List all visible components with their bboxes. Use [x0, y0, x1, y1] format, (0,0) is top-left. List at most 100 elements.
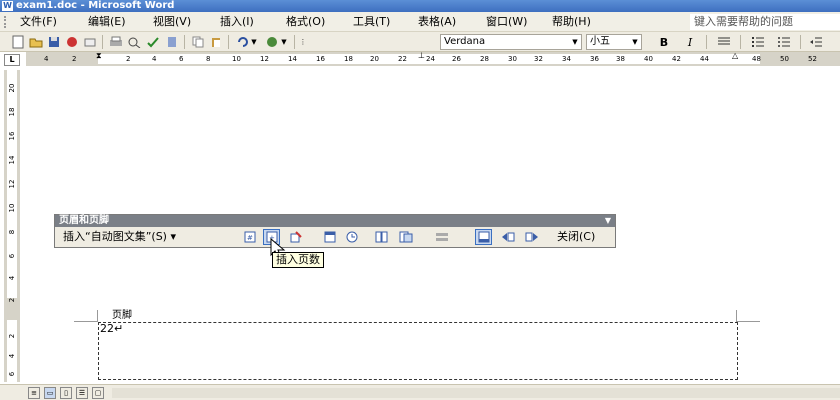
ruler-tick: 28 — [480, 55, 489, 63]
ruler-tick: 18 — [344, 55, 353, 63]
page-margin-corner — [736, 310, 760, 322]
header-footer-toolbar: 页眉和页脚 ▼ 插入“自动图文集”(S) ▾ # + 关闭(C) — [54, 214, 616, 248]
undo-dropdown-icon[interactable]: ▼ — [250, 34, 258, 50]
page-setup-icon[interactable] — [373, 229, 390, 245]
toolbar-options-icon[interactable]: ⋮ — [298, 34, 308, 50]
show-previous-icon[interactable] — [499, 229, 516, 245]
ruler-tick: 2 — [8, 297, 16, 303]
font-name-combo[interactable]: Verdana ▼ — [440, 34, 582, 50]
insert-page-number-icon[interactable]: # — [241, 229, 258, 245]
normal-view-icon[interactable]: ≡ — [28, 387, 40, 399]
show-hide-document-text-icon[interactable] — [397, 229, 414, 245]
align-justify-icon[interactable] — [716, 34, 732, 50]
switch-header-footer-icon[interactable] — [475, 229, 492, 245]
paste-icon[interactable] — [208, 34, 224, 50]
print-layout-view-icon[interactable]: ▯ — [60, 387, 72, 399]
header-footer-toolbar-body: 插入“自动图文集”(S) ▾ # + 关闭(C) — [55, 227, 615, 247]
undo-icon[interactable] — [234, 34, 250, 50]
ruler-tick: 2 — [8, 333, 16, 339]
format-page-number-icon[interactable] — [287, 229, 304, 245]
bullets-icon[interactable] — [776, 34, 792, 50]
standard-toolbar: ▼ ▼ ⋮ Verdana ▼ 小五 ▼ B I — [0, 32, 840, 52]
ruler-tick: 44 — [700, 55, 709, 63]
chevron-down-icon[interactable]: ▼ — [630, 36, 640, 48]
hyperlink-dropdown-icon[interactable]: ▼ — [280, 34, 288, 50]
ruler-tick: 24 — [426, 55, 435, 63]
menu-insert[interactable]: 插入(I) — [220, 15, 254, 29]
ruler-tick: 14 — [8, 155, 16, 165]
toolbar-options-icon[interactable]: ▼ — [605, 215, 611, 227]
tab-stop-selector[interactable]: L — [4, 54, 20, 66]
ruler-tick: 20 — [8, 83, 16, 93]
ruler-tick: 50 — [780, 55, 789, 63]
horizontal-ruler[interactable]: 4 2 2 4 6 8 10 12 14 16 18 20 22 24 26 2… — [26, 52, 840, 66]
insert-autotext-label: 插入“自动图文集”(S) — [63, 230, 167, 243]
footer-label: 页脚 — [108, 310, 136, 322]
horizontal-scrollbar[interactable] — [112, 388, 840, 398]
insert-date-icon[interactable] — [321, 229, 338, 245]
print-icon[interactable] — [108, 34, 124, 50]
bold-button[interactable]: B — [656, 34, 672, 50]
permission-icon[interactable] — [64, 34, 80, 50]
save-icon[interactable] — [46, 34, 62, 50]
decrease-indent-icon[interactable] — [808, 34, 824, 50]
show-next-icon[interactable] — [523, 229, 540, 245]
left-indent-marker-icon[interactable]: ⧗ — [96, 52, 102, 60]
numbering-icon[interactable] — [750, 34, 766, 50]
ruler-tick: 2 — [126, 55, 131, 63]
header-footer-toolbar-title[interactable]: 页眉和页脚 ▼ — [55, 215, 615, 227]
menu-tools[interactable]: 工具(T) — [353, 15, 390, 29]
outline-view-icon[interactable]: ☰ — [76, 387, 88, 399]
web-layout-view-icon[interactable]: ▭ — [44, 387, 56, 399]
right-indent-marker-icon[interactable]: △ — [732, 52, 738, 60]
menu-grip[interactable] — [4, 16, 7, 28]
new-document-icon[interactable] — [10, 34, 26, 50]
ruler-tick: 38 — [616, 55, 625, 63]
italic-button[interactable]: I — [682, 34, 698, 50]
ruler-tick: 4 — [8, 353, 16, 359]
toolbar-separator — [740, 35, 741, 49]
copy-icon[interactable] — [190, 34, 206, 50]
ruler-tick: 32 — [534, 55, 543, 63]
toolbar-separator — [184, 35, 185, 49]
close-header-footer-button[interactable]: 关闭(C) — [557, 230, 595, 244]
ruler-tick: 14 — [288, 55, 297, 63]
word-icon: W — [2, 1, 13, 11]
menu-file[interactable]: 文件(F) — [20, 15, 57, 29]
menu-window[interactable]: 窗口(W) — [486, 15, 527, 29]
ruler-tick: 48 — [752, 55, 761, 63]
menu-view[interactable]: 视图(V) — [153, 15, 191, 29]
menu-edit[interactable]: 编辑(E) — [88, 15, 126, 29]
menu-format[interactable]: 格式(O) — [286, 15, 325, 29]
ruler-tick: 18 — [8, 107, 16, 117]
font-size-value: 小五 — [590, 36, 610, 47]
footer-area[interactable] — [98, 322, 738, 380]
ruler-tick: 4 — [152, 55, 157, 63]
status-bar: ≡ ▭ ▯ ☰ ▢ — [0, 384, 840, 400]
help-search-box[interactable]: 键入需要帮助的问题 — [690, 14, 840, 30]
email-icon[interactable] — [82, 34, 98, 50]
title-bar: W exam1.doc - Microsoft Word — [0, 0, 840, 12]
tab-stop-marker-icon[interactable]: ⊥ — [418, 52, 425, 60]
ruler-tick: 10 — [232, 55, 241, 63]
open-folder-icon[interactable] — [28, 34, 44, 50]
reading-layout-view-icon[interactable]: ▢ — [92, 387, 104, 399]
spelling-icon[interactable] — [146, 34, 162, 50]
research-icon[interactable] — [164, 34, 180, 50]
ruler-tick: 42 — [672, 55, 681, 63]
same-as-previous-icon[interactable] — [433, 229, 450, 245]
chevron-down-icon[interactable]: ▼ — [570, 36, 580, 48]
print-preview-icon[interactable] — [126, 34, 142, 50]
hyperlink-icon[interactable] — [264, 34, 280, 50]
tooltip: 插入页数 — [272, 252, 324, 268]
menu-help[interactable]: 帮助(H) — [552, 15, 591, 29]
window-title: exam1.doc - Microsoft Word — [16, 0, 175, 11]
menu-table[interactable]: 表格(A) — [418, 15, 456, 29]
insert-time-icon[interactable] — [343, 229, 360, 245]
menu-bar: 文件(F) 编辑(E) 视图(V) 插入(I) 格式(O) 工具(T) 表格(A… — [0, 12, 840, 32]
vertical-ruler[interactable]: 20 18 16 14 12 10 8 6 4 2 2 4 6 — [4, 70, 20, 382]
insert-autotext-button[interactable]: 插入“自动图文集”(S) ▾ — [63, 230, 176, 244]
ruler-tick: 20 — [370, 55, 379, 63]
font-size-combo[interactable]: 小五 ▼ — [586, 34, 642, 50]
footer-text[interactable]: 22↵ — [100, 322, 123, 335]
